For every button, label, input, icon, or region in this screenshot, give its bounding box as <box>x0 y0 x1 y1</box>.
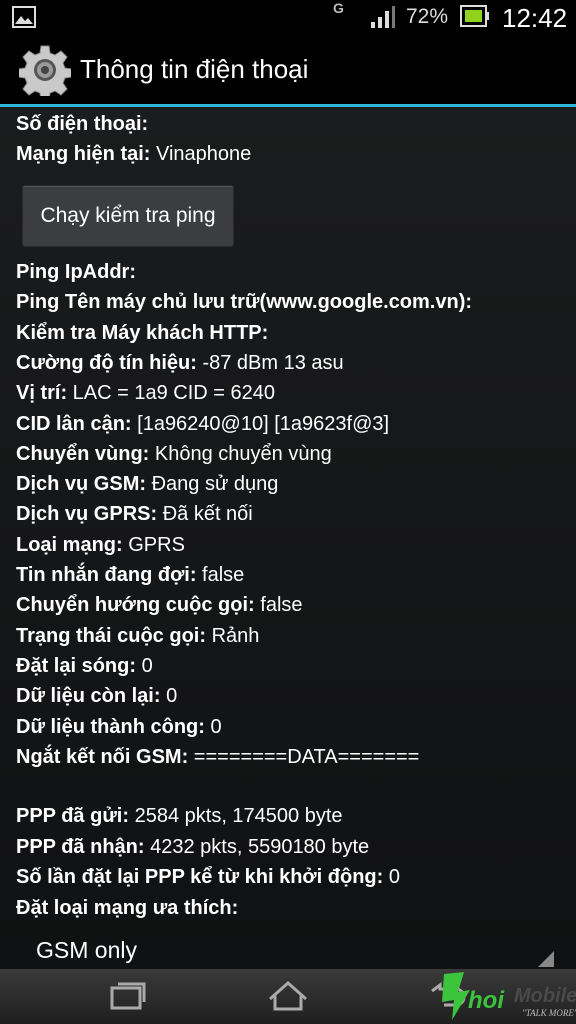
phone-info-content[interactable]: Số điện thoại: Mạng hiện tại: Vinaphone … <box>0 107 576 969</box>
info-row: Số lần đặt lại PPP kể từ khi khởi động: … <box>16 864 400 890</box>
info-label: Ping Tên máy chủ lưu trữ(www.google.com.… <box>16 291 473 314</box>
recent-apps-button[interactable] <box>106 977 150 1015</box>
info-row: Dữ liệu thành công: 0 <box>16 714 222 740</box>
info-label: Số điện thoại: <box>16 113 149 135</box>
info-value: Đã kết nối <box>157 503 253 526</box>
info-value: GPRS <box>122 533 185 556</box>
page-title: Thông tin điện thoại <box>80 54 309 84</box>
info-row: Loại mạng: GPRS <box>16 532 185 558</box>
info-row: Dữ liệu còn lại: 0 <box>16 683 177 709</box>
run-ping-test-button[interactable]: Chạy kiểm tra ping <box>22 185 234 247</box>
info-value: false <box>254 594 303 617</box>
info-row: PPP đã nhận: 4232 pkts, 5590180 byte <box>16 834 369 860</box>
info-label: Dữ liệu còn lại: <box>16 685 161 708</box>
info-label: Đặt loại mạng ưa thích: <box>16 896 239 919</box>
info-row: Đặt loại mạng ưa thích: <box>16 895 238 921</box>
dropdown-arrow-icon <box>538 951 554 967</box>
info-value: LAC = 1a9 CID = 6240 <box>67 382 276 405</box>
info-row: CID lân cận: [1a96240@10] [1a9623f@3] <box>16 411 389 437</box>
info-row: Kiểm tra Máy khách HTTP: <box>16 320 268 346</box>
info-value: [1a96240@10] [1a9623f@3] <box>131 412 390 435</box>
info-label: Vị trí: <box>16 382 68 405</box>
home-button[interactable] <box>266 977 310 1015</box>
info-value: -87 dBm 13 asu <box>196 351 344 374</box>
info-label: Ngắt kết nối GSM: <box>16 745 189 768</box>
info-label: Dịch vụ GPRS: <box>16 503 158 526</box>
info-row: Chuyển vùng: Không chuyển vùng <box>16 441 332 467</box>
network-type-indicator: G <box>333 0 344 16</box>
info-value: Rảnh <box>206 624 260 647</box>
info-row: Ping Tên máy chủ lưu trữ(www.google.com.… <box>16 289 472 315</box>
info-label: Kiểm tra Máy khách HTTP: <box>16 321 269 344</box>
preferred-network-value: GSM only <box>36 937 137 963</box>
info-label: Cường độ tín hiệu: <box>16 351 197 374</box>
info-value: Đang sử dụng <box>146 473 279 496</box>
info-row: Đặt lại sóng: 0 <box>16 653 153 679</box>
info-label: Mạng hiện tại: <box>16 143 151 165</box>
info-label: PPP đã gửi: <box>16 805 130 827</box>
svg-text:"TALK MORE": "TALK MORE" <box>522 1008 576 1018</box>
info-row: Cường độ tín hiệu: -87 dBm 13 asu <box>16 350 344 376</box>
battery-percent: 72% <box>406 5 449 28</box>
khoimobile-watermark-logo: hoi Mobile "TALK MORE" <box>442 972 576 1020</box>
info-row-phone-number: Số điện thoại: <box>16 111 148 137</box>
info-value: 0 <box>136 654 153 677</box>
gallery-notification-icon <box>12 6 36 28</box>
battery-icon <box>460 5 489 27</box>
svg-text:hoi: hoi <box>468 987 505 1014</box>
info-row: PPP đã gửi: 2584 pkts, 174500 byte <box>16 803 343 829</box>
info-value: 0 <box>204 715 222 738</box>
info-label: Loại mạng: <box>16 533 123 556</box>
info-label: Chuyển vùng: <box>16 442 150 465</box>
info-value: Không chuyển vùng <box>149 442 332 465</box>
info-row: Vị trí: LAC = 1a9 CID = 6240 <box>16 380 275 406</box>
info-value: 4232 pkts, 5590180 byte <box>144 835 370 858</box>
info-label: PPP đã nhận: <box>16 835 145 858</box>
signal-strength-icon <box>371 6 395 28</box>
info-label: Chuyển hướng cuộc gọi: <box>16 594 255 617</box>
info-label: Dữ liệu thành công: <box>16 715 205 738</box>
gear-icon[interactable] <box>19 44 71 96</box>
info-value: 2584 pkts, 174500 byte <box>129 805 343 827</box>
action-bar: Thông tin điện thoại <box>0 36 576 104</box>
status-bar: G 72% 12:42 <box>0 0 576 36</box>
info-row: Ping IpAddr: <box>16 259 136 285</box>
info-row: Tin nhắn đang đợi: false <box>16 562 244 588</box>
info-row: Dịch vụ GSM: Đang sử dụng <box>16 471 278 497</box>
status-clock: 12:42 <box>502 3 568 33</box>
info-value: Vinaphone <box>150 143 252 165</box>
info-value: ========DATA======= <box>188 745 420 768</box>
info-row: Trạng thái cuộc gọi: Rảnh <box>16 623 259 649</box>
info-label: Dịch vụ GSM: <box>16 473 147 496</box>
info-value: false <box>196 564 245 586</box>
info-row: Ngắt kết nối GSM: ========DATA======= <box>16 744 419 770</box>
info-label: CID lân cận: <box>16 412 132 435</box>
info-value: 0 <box>160 685 178 708</box>
info-row-current-network: Mạng hiện tại: Vinaphone <box>16 141 251 167</box>
info-row: Dịch vụ GPRS: Đã kết nối <box>16 501 253 527</box>
info-label: Đặt lại sóng: <box>16 654 137 677</box>
info-label: Số lần đặt lại PPP kể từ khi khởi động: <box>16 866 384 888</box>
info-value: 0 <box>383 866 400 888</box>
info-row: Chuyển hướng cuộc gọi: false <box>16 592 303 618</box>
info-label: Ping IpAddr: <box>16 261 136 283</box>
info-label: Trạng thái cuộc gọi: <box>16 624 207 647</box>
info-label: Tin nhắn đang đợi: <box>16 564 197 586</box>
svg-text:Mobile: Mobile <box>514 985 576 1007</box>
